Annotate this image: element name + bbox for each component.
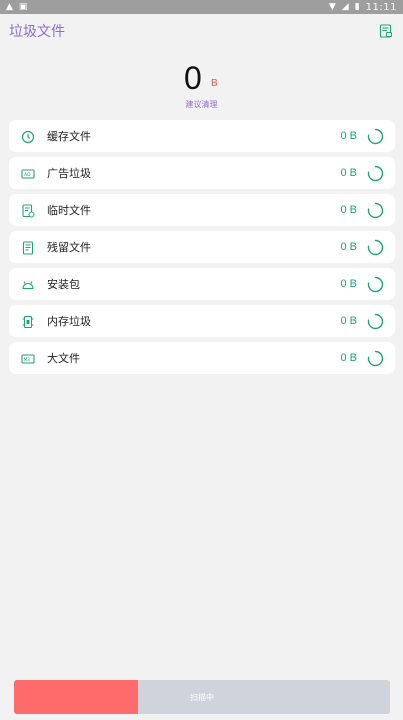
memory-chip-icon — [21, 314, 35, 329]
category-row-temp[interactable]: 临时文件 0 B — [9, 194, 395, 226]
category-size: 0 B — [340, 167, 357, 179]
category-label: 残留文件 — [47, 241, 91, 254]
loading-spinner-icon — [367, 128, 384, 145]
battery-icon: ▮ — [354, 1, 360, 12]
category-row-memory[interactable]: 内存垃圾 0 B — [9, 305, 395, 337]
loading-spinner-icon — [367, 165, 384, 182]
signal-icon: ◢ — [341, 1, 349, 12]
category-row-ads[interactable]: AD 广告垃圾 0 B — [9, 157, 395, 189]
loading-spinner-icon — [367, 350, 384, 367]
page-title: 垃圾文件 — [9, 24, 65, 40]
category-row-cache[interactable]: 缓存文件 0 B — [9, 120, 395, 152]
notification-warning-icon: ▲ — [6, 1, 13, 12]
category-label: 临时文件 — [47, 204, 91, 217]
clock-icon — [21, 129, 35, 144]
app-bar: 垃圾文件 — [0, 14, 403, 48]
temp-file-icon — [21, 203, 35, 218]
loading-spinner-icon — [367, 202, 384, 219]
category-row-apk[interactable]: 安装包 0 B — [9, 268, 395, 300]
clean-suggestion: 建议清理 — [185, 100, 218, 109]
svg-text:AD: AD — [24, 172, 31, 178]
scan-button-label: 扫描中 — [190, 692, 214, 702]
category-label: 缓存文件 — [47, 130, 91, 143]
residual-file-icon — [21, 240, 35, 255]
category-size: 0 B — [340, 130, 357, 142]
junk-size-value: 0 — [184, 60, 202, 96]
large-file-icon: M3 — [21, 351, 35, 365]
category-size: 0 B — [340, 278, 357, 290]
notification-image-icon: ▣ — [18, 1, 28, 12]
category-row-large-files[interactable]: M3 大文件 0 B — [9, 342, 395, 374]
category-size: 0 B — [340, 352, 357, 364]
category-size: 0 B — [340, 315, 357, 327]
status-bar: ▲ ▣ ▼ ◢ ▮ 11:11 — [0, 0, 403, 14]
junk-category-list: 缓存文件 0 B AD 广告垃圾 0 B 临时文件 0 B 残留文件 0 B 安… — [9, 120, 395, 379]
category-label: 大文件 — [47, 352, 80, 365]
status-time: 11:11 — [365, 1, 397, 13]
loading-spinner-icon — [367, 276, 384, 293]
document-list-icon[interactable] — [378, 23, 394, 39]
category-size: 0 B — [340, 204, 357, 216]
svg-text:M3: M3 — [24, 357, 31, 362]
wifi-icon: ▼ — [328, 1, 336, 12]
android-apk-icon — [21, 277, 35, 291]
junk-summary: 0 B 建议清理 — [0, 60, 403, 112]
loading-spinner-icon — [367, 239, 384, 256]
category-label: 广告垃圾 — [47, 167, 91, 180]
category-size: 0 B — [340, 241, 357, 253]
loading-spinner-icon — [367, 313, 384, 330]
scan-button[interactable]: 扫描中 — [14, 680, 390, 714]
junk-size-unit: B — [211, 78, 218, 89]
ad-icon: AD — [21, 166, 35, 180]
category-label: 内存垃圾 — [47, 315, 91, 328]
category-row-residual[interactable]: 残留文件 0 B — [9, 231, 395, 263]
category-label: 安装包 — [47, 278, 80, 291]
